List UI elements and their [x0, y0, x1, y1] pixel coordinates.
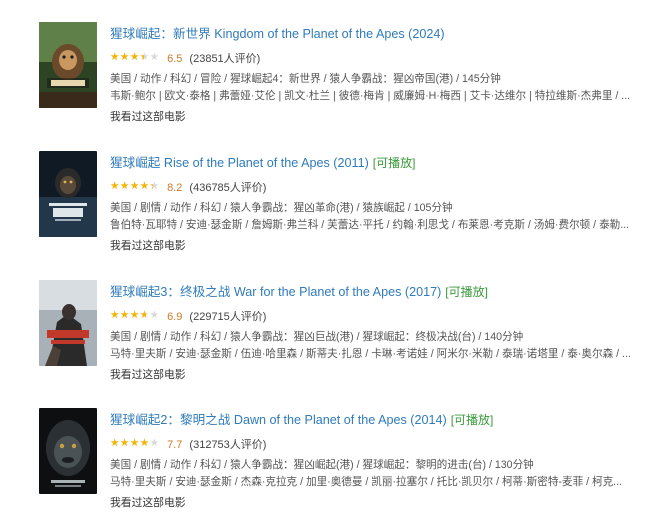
playable-badge[interactable]: [可播放] — [451, 413, 494, 427]
movie-title-link[interactable]: 猩球崛起：新世界 Kingdom of the Planet of the Ap… — [110, 27, 445, 41]
rating-stars: ★★★★★ ★★★★★ — [110, 437, 160, 449]
movie-item: 猩球崛起2：黎明之战 Dawn of the Planet of the Ape… — [0, 404, 660, 514]
movie-list: 猩球崛起：新世界 Kingdom of the Planet of the Ap… — [0, 0, 660, 516]
movie-title-link[interactable]: 猩球崛起3：终极之战 War for the Planet of the Ape… — [110, 285, 441, 299]
movie-cast: 鲁伯特·瓦耶特 / 安迪·瑟金斯 / 詹姆斯·弗兰科 / 芙蕾达·平托 / 约翰… — [110, 219, 630, 231]
poster-image — [39, 408, 97, 494]
rating-stars: ★★★★★ ★★★★★ — [110, 309, 160, 321]
seen-link[interactable]: 我看过这部电影 — [110, 496, 186, 510]
movie-title: 猩球崛起 Rise of the Planet of the Apes (201… — [110, 155, 650, 171]
movie-title-link[interactable]: 猩球崛起 Rise of the Planet of the Apes (201… — [110, 156, 369, 170]
movie-title: 猩球崛起：新世界 Kingdom of the Planet of the Ap… — [110, 26, 650, 42]
rating-score: 6.5 — [167, 53, 183, 65]
movie-meta: 美国 / 动作 / 科幻 / 冒险 / 猩球崛起4：新世界 / 猿人争霸战：猩凶… — [110, 73, 501, 85]
movie-title: 猩球崛起3：终极之战 War for the Planet of the Ape… — [110, 284, 650, 300]
movie-item: 猩球崛起3：终极之战 War for the Planet of the Ape… — [0, 276, 660, 386]
rating-count: (229715人评价) — [189, 311, 267, 323]
seen-link[interactable]: 我看过这部电影 — [110, 239, 186, 253]
seen-link[interactable]: 我看过这部电影 — [110, 368, 186, 382]
movie-item: 猩球崛起：新世界 Kingdom of the Planet of the Ap… — [0, 18, 660, 128]
rating-count: (23851人评价) — [189, 53, 261, 65]
rating-score: 7.7 — [167, 439, 183, 451]
poster-image — [39, 280, 97, 366]
rating-count: (436785人评价) — [189, 182, 267, 194]
rating-stars: ★★★★★ ★★★★★ — [110, 51, 160, 63]
movie-cast: 韦斯·鲍尔 | 欧文·泰格 | 弗蕾娅·艾伦 | 凯文·杜兰 | 彼德·梅肯 |… — [110, 90, 631, 102]
movie-item: 猩球崛起 Rise of the Planet of the Apes (201… — [0, 147, 660, 257]
movie-meta: 美国 / 剧情 / 动作 / 科幻 / 猿人争霸战：猩凶革命(港) / 猿族崛起… — [110, 202, 453, 214]
movie-meta: 美国 / 剧情 / 动作 / 科幻 / 猿人争霸战：猩凶崛起(港) / 猩球崛起… — [110, 459, 534, 471]
rating-row: ★★★★★ ★★★★★ 6.5 (23851人评价) — [110, 51, 261, 66]
movie-title-link[interactable]: 猩球崛起2：黎明之战 Dawn of the Planet of the Ape… — [110, 413, 447, 427]
seen-link[interactable]: 我看过这部电影 — [110, 110, 186, 124]
poster-image — [39, 22, 97, 108]
poster-image — [39, 151, 97, 237]
playable-badge[interactable]: [可播放] — [445, 285, 488, 299]
movie-cast: 马特·里夫斯 / 安迪·瑟金斯 / 杰森·克拉克 / 加里·奥德曼 / 凯丽·拉… — [110, 476, 623, 488]
rating-row: ★★★★★ ★★★★★ 7.7 (312753人评价) — [110, 437, 267, 452]
movie-poster[interactable] — [39, 280, 97, 366]
movie-title: 猩球崛起2：黎明之战 Dawn of the Planet of the Ape… — [110, 412, 650, 428]
rating-score: 6.9 — [167, 311, 183, 323]
rating-row: ★★★★★ ★★★★★ 6.9 (229715人评价) — [110, 309, 267, 324]
movie-cast: 马特·里夫斯 / 安迪·瑟金斯 / 伍迪·哈里森 / 斯蒂夫·扎恩 / 卡琳·考… — [110, 348, 631, 360]
movie-poster[interactable] — [39, 151, 97, 237]
playable-badge[interactable]: [可播放] — [373, 156, 416, 170]
rating-stars: ★★★★★ ★★★★★ — [110, 180, 160, 192]
rating-count: (312753人评价) — [189, 439, 267, 451]
movie-poster[interactable] — [39, 408, 97, 494]
movie-poster[interactable] — [39, 22, 97, 108]
rating-row: ★★★★★ ★★★★★ 8.2 (436785人评价) — [110, 180, 267, 195]
movie-meta: 美国 / 剧情 / 动作 / 科幻 / 猿人争霸战：猩凶巨战(港) / 猩球崛起… — [110, 331, 524, 343]
rating-score: 8.2 — [167, 182, 183, 194]
